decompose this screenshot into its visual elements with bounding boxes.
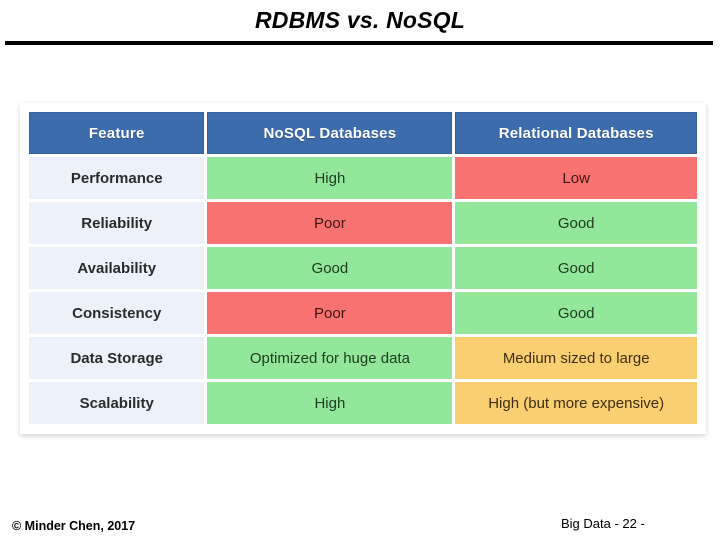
table-row: Reliability Poor Good (29, 202, 697, 244)
nosql-value: Optimized for huge data (207, 337, 453, 379)
table-header-row: Feature NoSQL Databases Relational Datab… (29, 112, 697, 154)
copyright-notice: © Minder Chen, 2017 (12, 519, 136, 533)
relational-value: High (but more expensive) (455, 382, 697, 424)
feature-label: Availability (29, 247, 205, 289)
page-title: RDBMS vs. NoSQL (254, 7, 466, 33)
nosql-value: Good (207, 247, 453, 289)
feature-label: Data Storage (29, 337, 205, 379)
nosql-value: High (207, 157, 453, 199)
column-header-feature: Feature (29, 112, 205, 154)
nosql-value: Poor (207, 202, 453, 244)
nosql-value: High (207, 382, 453, 424)
feature-label: Consistency (29, 292, 205, 334)
feature-label: Performance (29, 157, 205, 199)
feature-label: Scalability (29, 382, 205, 424)
rdbms-vs-nosql-table: Feature NoSQL Databases Relational Datab… (26, 109, 700, 427)
column-header-relational-databases: Relational Databases (455, 112, 697, 154)
slide-number-label: Big Data - 22 - (561, 516, 645, 531)
table-body: Performance High Low Reliability Poor Go… (29, 157, 697, 424)
relational-value: Low (455, 157, 697, 199)
relational-value: Good (455, 202, 697, 244)
relational-value: Good (455, 292, 697, 334)
table-row: Data Storage Optimized for huge data Med… (29, 337, 697, 379)
table-row: Availability Good Good (29, 247, 697, 289)
table-row: Consistency Poor Good (29, 292, 697, 334)
table-row: Performance High Low (29, 157, 697, 199)
feature-label: Reliability (29, 202, 205, 244)
table-row: Scalability High High (but more expensiv… (29, 382, 697, 424)
column-header-nosql-databases: NoSQL Databases (207, 112, 453, 154)
relational-value: Medium sized to large (455, 337, 697, 379)
comparison-table-card: Feature NoSQL Databases Relational Datab… (20, 103, 706, 434)
nosql-value: Poor (207, 292, 453, 334)
title-divider (5, 41, 713, 45)
relational-value: Good (455, 247, 697, 289)
